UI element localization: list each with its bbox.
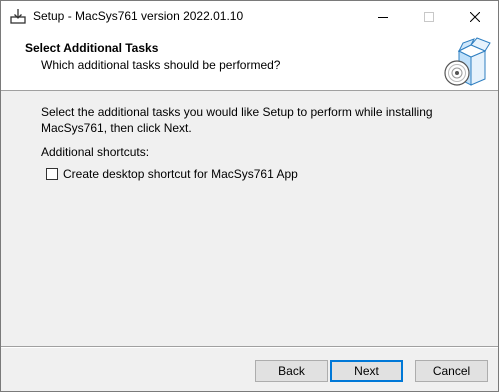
- wizard-body: Select the additional tasks you would li…: [1, 91, 498, 346]
- setup-window: Setup - MacSys761 version 2022.01.10 Sel…: [0, 0, 499, 392]
- back-button[interactable]: Back: [255, 360, 328, 382]
- next-button[interactable]: Next: [330, 360, 403, 382]
- maximize-button[interactable]: [406, 1, 452, 32]
- desktop-shortcut-option[interactable]: Create desktop shortcut for MacSys761 Ap…: [46, 166, 298, 182]
- window-title: Setup - MacSys761 version 2022.01.10: [33, 9, 244, 23]
- wizard-header: Select Additional Tasks Which additional…: [1, 32, 498, 91]
- desktop-shortcut-checkbox[interactable]: [46, 168, 58, 180]
- instructions-text: Select the additional tasks you would li…: [41, 105, 433, 135]
- desktop-shortcut-label[interactable]: Create desktop shortcut for MacSys761 Ap…: [63, 167, 298, 181]
- page-subtitle: Which additional tasks should be perform…: [41, 58, 281, 72]
- additional-shortcuts-label: Additional shortcuts:: [41, 145, 150, 159]
- footer-divider: [1, 346, 498, 348]
- installer-download-icon: [10, 9, 26, 24]
- close-button[interactable]: [452, 1, 498, 32]
- title-bar[interactable]: Setup - MacSys761 version 2022.01.10: [1, 1, 498, 32]
- minimize-icon: [378, 16, 388, 18]
- cancel-button[interactable]: Cancel: [415, 360, 488, 382]
- maximize-icon: [424, 11, 434, 22]
- box-with-disc-icon: [444, 37, 491, 86]
- page-title: Select Additional Tasks: [25, 41, 159, 55]
- minimize-button[interactable]: [360, 1, 406, 32]
- close-icon: [470, 11, 480, 22]
